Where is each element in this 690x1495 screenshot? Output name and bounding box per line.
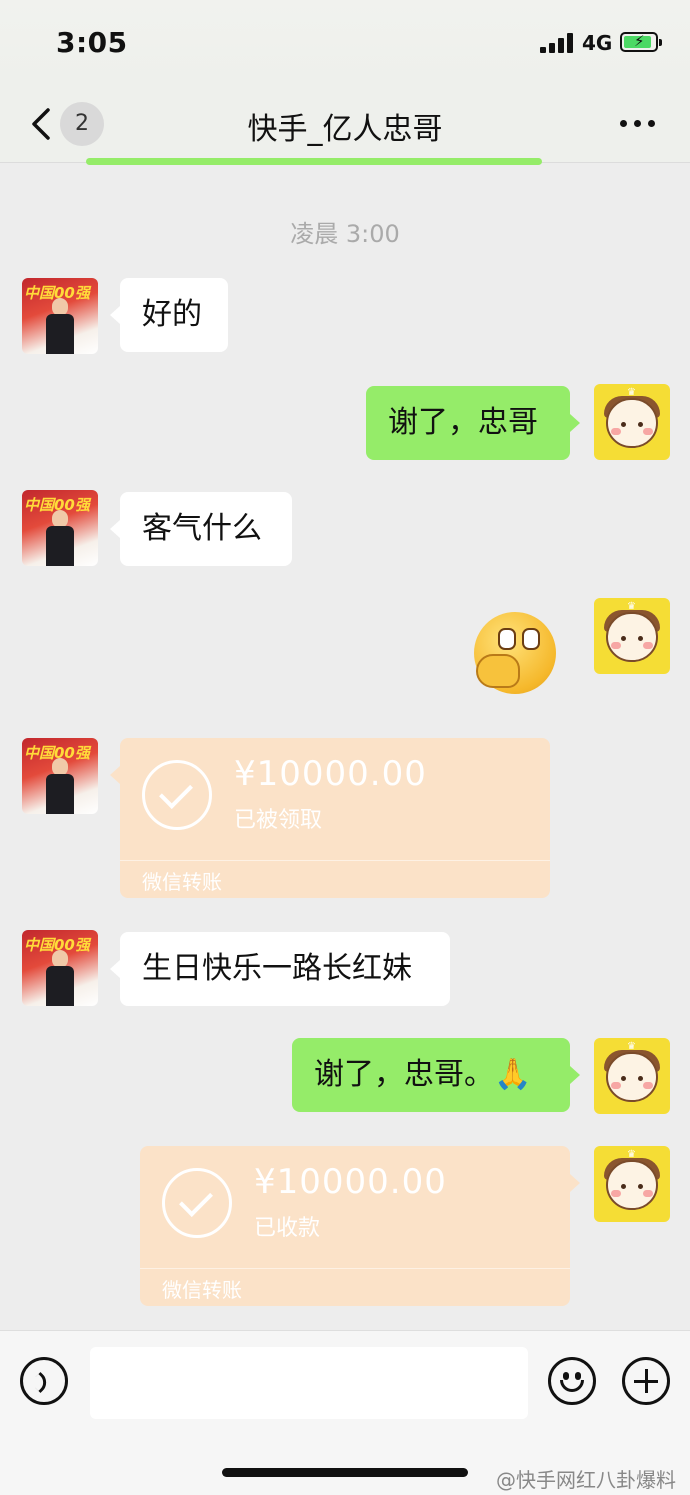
chat-header: 2 快手_亿人忠哥 — [0, 86, 690, 163]
check-circle-icon — [162, 1168, 232, 1238]
message-bubble-received[interactable]: 生日快乐一路长红妹 — [110, 932, 450, 1006]
transfer-brand: 微信转账 — [142, 870, 222, 894]
status-bar: 3:05 4G ⚡ — [0, 0, 690, 86]
battery-icon: ⚡ — [620, 32, 662, 52]
my-avatar[interactable]: ♛ — [594, 598, 670, 674]
more-functions-plus-icon[interactable] — [622, 1357, 670, 1405]
voice-input-icon[interactable] — [20, 1357, 68, 1405]
contact-avatar[interactable]: 中国00强 — [22, 278, 98, 354]
signal-icon — [540, 33, 574, 53]
transfer-amount: ¥10000.00 — [254, 1162, 447, 1202]
my-avatar[interactable]: ♛ — [594, 1146, 670, 1222]
transfer-card-sent[interactable]: ¥10000.00 已收款 微信转账 — [140, 1146, 580, 1306]
transfer-status: 已被领取 — [234, 808, 323, 833]
transfer-divider — [140, 1268, 570, 1269]
check-circle-icon — [142, 760, 212, 830]
emoji-icon[interactable] — [548, 1357, 596, 1405]
message-input[interactable] — [90, 1347, 528, 1419]
chat-title: 快手_亿人忠哥 — [247, 112, 443, 147]
message-bubble-received[interactable]: 客气什么 — [110, 492, 292, 566]
transfer-amount: ¥10000.00 — [234, 754, 427, 794]
watermark: @快手网红八卦爆料 — [496, 1468, 676, 1492]
transfer-status: 已收款 — [254, 1216, 321, 1241]
home-indicator[interactable] — [222, 1468, 468, 1477]
previous-bubble-edge — [86, 158, 542, 165]
contact-avatar[interactable]: 中国00强 — [22, 930, 98, 1006]
transfer-card-received[interactable]: ¥10000.00 已被领取 微信转账 — [110, 738, 550, 898]
my-avatar[interactable]: ♛ — [594, 1038, 670, 1114]
covering-mouth-emoji-sticker[interactable] — [470, 608, 562, 694]
message-timestamp: 凌晨 3:00 — [290, 220, 400, 248]
contact-avatar[interactable]: 中国00强 — [22, 490, 98, 566]
more-options-icon[interactable] — [620, 120, 656, 130]
message-bubble-received[interactable]: 好的 — [110, 278, 228, 352]
status-time: 3:05 — [56, 26, 128, 59]
transfer-brand: 微信转账 — [162, 1278, 242, 1302]
contact-avatar[interactable]: 中国00强 — [22, 738, 98, 814]
my-avatar[interactable]: ♛ — [594, 384, 670, 460]
network-type: 4G — [582, 31, 613, 55]
transfer-divider — [120, 860, 550, 861]
message-bubble-sent[interactable]: 谢了，忠哥。🙏 — [292, 1038, 580, 1112]
message-bubble-sent[interactable]: 谢了，忠哥 — [366, 386, 580, 460]
